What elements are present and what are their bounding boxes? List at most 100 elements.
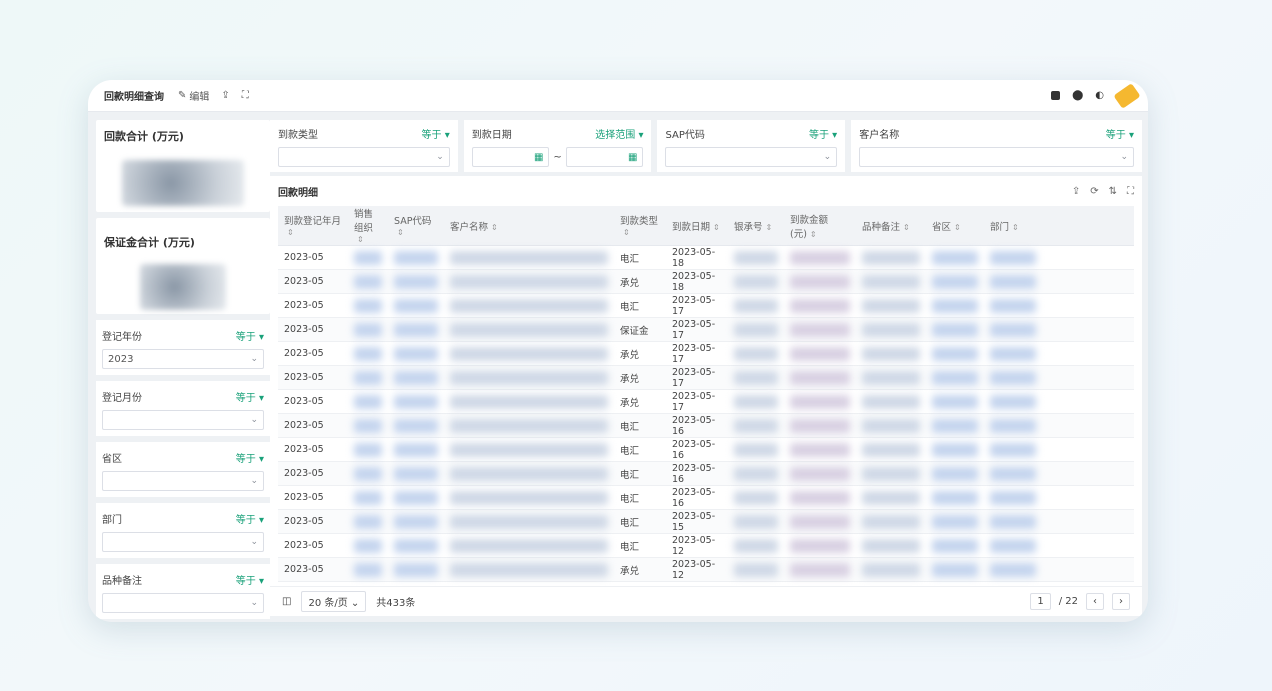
- sort-icon[interactable]: ⇕: [491, 223, 498, 232]
- end-date-input[interactable]: ▦: [565, 147, 644, 167]
- redacted-cell: [984, 461, 1042, 486]
- table-row[interactable]: 2023-05 电汇 2023-05-16: [278, 413, 1134, 438]
- prev-page-button[interactable]: ‹: [1086, 593, 1104, 610]
- start-date-input[interactable]: ▦: [471, 147, 550, 167]
- table-row[interactable]: 2023-05 承兑 2023-05-17: [278, 389, 1134, 414]
- table-row[interactable]: 2023-05 承兑 2023-05-12: [278, 557, 1134, 582]
- customer-name-select[interactable]: ⌄: [859, 147, 1134, 167]
- column-settings-icon[interactable]: ⇅: [1109, 186, 1117, 197]
- variety-select[interactable]: ⌄: [102, 593, 264, 613]
- sort-icon[interactable]: ⇕: [713, 223, 720, 232]
- table-row[interactable]: 2023-05 电汇 2023-05-16: [278, 437, 1134, 462]
- redacted-cell: [444, 437, 614, 462]
- filter-op-dropdown[interactable]: 等于 ▾: [236, 328, 264, 343]
- filter-op-dropdown[interactable]: 选择范围 ▾: [595, 126, 643, 141]
- redacted-value: [734, 538, 778, 553]
- table-row[interactable]: 2023-05 电汇 2023-05-16: [278, 461, 1134, 486]
- column-header[interactable]: 销售组织⇕: [348, 206, 388, 246]
- redacted-value: [862, 442, 920, 457]
- column-header[interactable]: SAP代码⇕: [388, 206, 444, 246]
- redacted-cell: [784, 365, 856, 390]
- fullscreen-icon[interactable]: ⛶: [242, 90, 249, 101]
- payment-type-select[interactable]: ⌄: [278, 147, 450, 167]
- filter-op-dropdown[interactable]: 等于 ▾: [422, 126, 450, 141]
- sort-icon[interactable]: ⇕: [1012, 223, 1019, 232]
- theme-icon[interactable]: ◐: [1095, 90, 1104, 101]
- table-row[interactable]: 2023-05 电汇 2023-05-15: [278, 509, 1134, 534]
- export-icon[interactable]: ⇪: [221, 90, 229, 101]
- province-select[interactable]: ⌄: [102, 471, 264, 491]
- redacted-value: [394, 466, 438, 481]
- redacted-value: [450, 274, 608, 289]
- month-select[interactable]: ⌄: [102, 410, 264, 430]
- refresh-icon[interactable]: ⟳: [1090, 186, 1098, 197]
- column-header[interactable]: 客户名称 ⇕: [444, 206, 614, 246]
- next-page-button[interactable]: ›: [1112, 593, 1130, 610]
- filter-op-dropdown[interactable]: 等于 ▾: [236, 572, 264, 587]
- sort-icon[interactable]: ⇕: [623, 228, 630, 237]
- table-cell: 电汇: [614, 461, 666, 486]
- redacted-value: [450, 418, 608, 433]
- redacted-cell: [728, 245, 784, 270]
- page-title: 回款明细查询: [104, 92, 164, 103]
- sort-icon[interactable]: ⇕: [357, 235, 364, 244]
- filter-op-dropdown[interactable]: 等于 ▾: [809, 126, 837, 141]
- sort-icon[interactable]: ⇕: [287, 228, 294, 237]
- sort-icon[interactable]: ⇕: [810, 230, 817, 239]
- table-row[interactable]: 2023-05 承兑 2023-05-17: [278, 365, 1134, 390]
- table-row[interactable]: 2023-05 电汇 2023-05-16: [278, 485, 1134, 510]
- redacted-cell: [348, 293, 388, 318]
- filter-op-dropdown[interactable]: 等于 ▾: [1106, 126, 1134, 141]
- table-row[interactable]: 2023-05 保证金 2023-05-17: [278, 317, 1134, 342]
- redacted-cell: [784, 293, 856, 318]
- redacted-cell: [784, 485, 856, 510]
- sort-icon[interactable]: ⇕: [954, 223, 961, 232]
- redacted-value: [354, 442, 382, 457]
- redacted-cell: [784, 317, 856, 342]
- filter-op-dropdown[interactable]: 等于 ▾: [236, 389, 264, 404]
- sort-icon[interactable]: ⇕: [397, 228, 404, 237]
- redacted-cell: [856, 557, 926, 582]
- redacted-cell: [348, 341, 388, 366]
- column-header[interactable]: 到款登记年月⇕: [278, 206, 348, 246]
- sort-icon[interactable]: ⇕: [766, 223, 773, 232]
- tag-icon[interactable]: [1113, 82, 1141, 109]
- sap-code-select[interactable]: ⌄: [665, 147, 838, 167]
- sort-icon[interactable]: ⇕: [903, 223, 910, 232]
- column-header[interactable]: 到款类型⇕: [614, 206, 666, 246]
- page-size-select[interactable]: 20 条/页 ⌄: [301, 591, 367, 612]
- column-header[interactable]: 品种备注 ⇕: [856, 206, 926, 246]
- column-header[interactable]: 到款金额(元) ⇕: [784, 206, 856, 246]
- panel-icon[interactable]: [1051, 91, 1061, 100]
- table-row[interactable]: 2023-05 承兑 2023-05-18: [278, 269, 1134, 294]
- table-row[interactable]: 2023-05 电汇 2023-05-17: [278, 293, 1134, 318]
- column-header[interactable]: 省区 ⇕: [926, 206, 984, 246]
- redacted-value: [734, 298, 778, 313]
- table-cell: 2023-05-18: [666, 269, 728, 294]
- current-page-input[interactable]: 1: [1030, 593, 1051, 610]
- redacted-value: [394, 562, 438, 577]
- table-row[interactable]: 2023-05 承兑 2023-05-17: [278, 341, 1134, 366]
- year-select[interactable]: 2023 ⌄: [102, 349, 264, 369]
- filter-op-dropdown[interactable]: 等于 ▾: [236, 450, 264, 465]
- redacted-value: [862, 274, 920, 289]
- deposit-total-card: 保证金合计 (万元): [96, 218, 270, 314]
- edit-button[interactable]: ✎ 编辑: [178, 88, 209, 103]
- redacted-cell: [984, 533, 1042, 558]
- column-header[interactable]: 部门 ⇕: [984, 206, 1042, 246]
- left-panel: 回款合计 (万元) 保证金合计 (万元) 登记年份 等于 ▾ 2023 ⌄ 登记月…: [96, 120, 270, 622]
- column-header[interactable]: 银承号 ⇕: [728, 206, 784, 246]
- department-select[interactable]: ⌄: [102, 532, 264, 552]
- filter-op-dropdown[interactable]: 等于 ▾: [236, 511, 264, 526]
- column-header[interactable]: 到款日期 ⇕: [666, 206, 728, 246]
- export-icon[interactable]: ⇪: [1072, 186, 1080, 197]
- redacted-cell: [856, 413, 926, 438]
- redacted-value: [932, 250, 978, 265]
- table-row[interactable]: 2023-05 电汇 2023-05-18: [278, 245, 1134, 270]
- grid-icon[interactable]: ◫: [282, 596, 291, 607]
- notification-icon[interactable]: ⬤: [1072, 90, 1083, 101]
- fullscreen-icon[interactable]: ⛶: [1127, 186, 1134, 197]
- table-row[interactable]: 2023-05 电汇 2023-05-12: [278, 533, 1134, 558]
- redacted-cell: [728, 509, 784, 534]
- redacted-value: [990, 466, 1036, 481]
